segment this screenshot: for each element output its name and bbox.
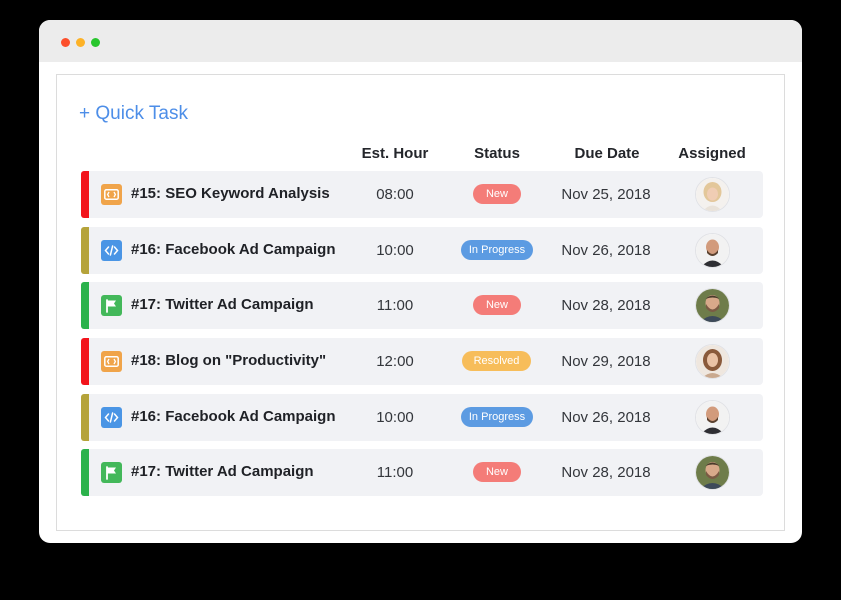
- code-icon: [101, 407, 122, 428]
- status-badge[interactable]: In Progress: [461, 240, 533, 260]
- due-date: Nov 26, 2018: [561, 242, 651, 259]
- window-titlebar: [39, 20, 802, 62]
- due-date: Nov 25, 2018: [561, 186, 651, 203]
- task-title[interactable]: #16: Facebook Ad Campaign: [131, 241, 336, 258]
- status-badge[interactable]: In Progress: [461, 407, 533, 427]
- bald-man-avatar[interactable]: [695, 400, 730, 435]
- estimated-hour: 08:00: [376, 186, 414, 203]
- column-header-status: Status: [474, 145, 520, 162]
- status-badge[interactable]: Resolved: [462, 351, 531, 371]
- task-panel: + Quick Task Est. Hour Status Due Date A…: [56, 74, 785, 531]
- status-badge[interactable]: New: [473, 462, 521, 482]
- priority-indicator: [81, 282, 89, 329]
- task-title[interactable]: #15: SEO Keyword Analysis: [131, 185, 330, 202]
- estimated-hour: 11:00: [376, 297, 414, 314]
- bearded-man-avatar[interactable]: [695, 455, 730, 490]
- estimated-hour: 11:00: [376, 464, 414, 481]
- task-row[interactable]: #16: Facebook Ad Campaign 10:00 In Progres…: [81, 227, 763, 274]
- task-row[interactable]: #16: Facebook Ad Campaign 10:00 In Progres…: [81, 394, 763, 441]
- close-window-button[interactable]: [61, 38, 70, 47]
- priority-indicator: [81, 171, 89, 218]
- task-row[interactable]: #17: Twitter Ad Campaign 11:00 New Nov 28, …: [81, 282, 763, 329]
- quick-task-button[interactable]: + Quick Task: [79, 103, 188, 125]
- task-title[interactable]: #17: Twitter Ad Campaign: [131, 296, 314, 313]
- task-title[interactable]: #16: Facebook Ad Campaign: [131, 408, 336, 425]
- due-date: Nov 26, 2018: [561, 409, 651, 426]
- status-badge[interactable]: New: [473, 295, 521, 315]
- bracket-task-icon: [101, 351, 122, 372]
- flag-icon: [101, 462, 122, 483]
- bracket-task-icon: [101, 184, 122, 205]
- task-row[interactable]: #15: SEO Keyword Analysis 08:00 New Nov 25,…: [81, 171, 763, 218]
- priority-indicator: [81, 394, 89, 441]
- due-date: Nov 28, 2018: [561, 464, 651, 481]
- brunette-woman-avatar[interactable]: [695, 344, 730, 379]
- code-icon: [101, 240, 122, 261]
- estimated-hour: 10:00: [376, 242, 414, 259]
- estimated-hour: 10:00: [376, 409, 414, 426]
- blonde-woman-avatar[interactable]: [695, 177, 730, 212]
- task-row[interactable]: #18: Blog on "Productivity" 12:00 Resolved…: [81, 338, 763, 385]
- task-title[interactable]: #18: Blog on "Productivity": [131, 352, 326, 369]
- maximize-window-button[interactable]: [91, 38, 100, 47]
- task-row[interactable]: #17: Twitter Ad Campaign 11:00 New Nov 28, …: [81, 449, 763, 496]
- minimize-window-button[interactable]: [76, 38, 85, 47]
- due-date: Nov 29, 2018: [561, 353, 651, 370]
- flag-icon: [101, 295, 122, 316]
- task-title[interactable]: #17: Twitter Ad Campaign: [131, 463, 314, 480]
- estimated-hour: 12:00: [376, 353, 414, 370]
- status-badge[interactable]: New: [473, 184, 521, 204]
- due-date: Nov 28, 2018: [561, 297, 651, 314]
- priority-indicator: [81, 449, 89, 496]
- bald-man-avatar[interactable]: [695, 233, 730, 268]
- app-window: + Quick Task Est. Hour Status Due Date A…: [39, 20, 802, 543]
- column-header-est-hour: Est. Hour: [361, 145, 429, 162]
- column-header-assigned: Assigned: [678, 145, 746, 162]
- column-header-due-date: Due Date: [574, 145, 640, 162]
- bearded-man-avatar[interactable]: [695, 288, 730, 323]
- priority-indicator: [81, 227, 89, 274]
- priority-indicator: [81, 338, 89, 385]
